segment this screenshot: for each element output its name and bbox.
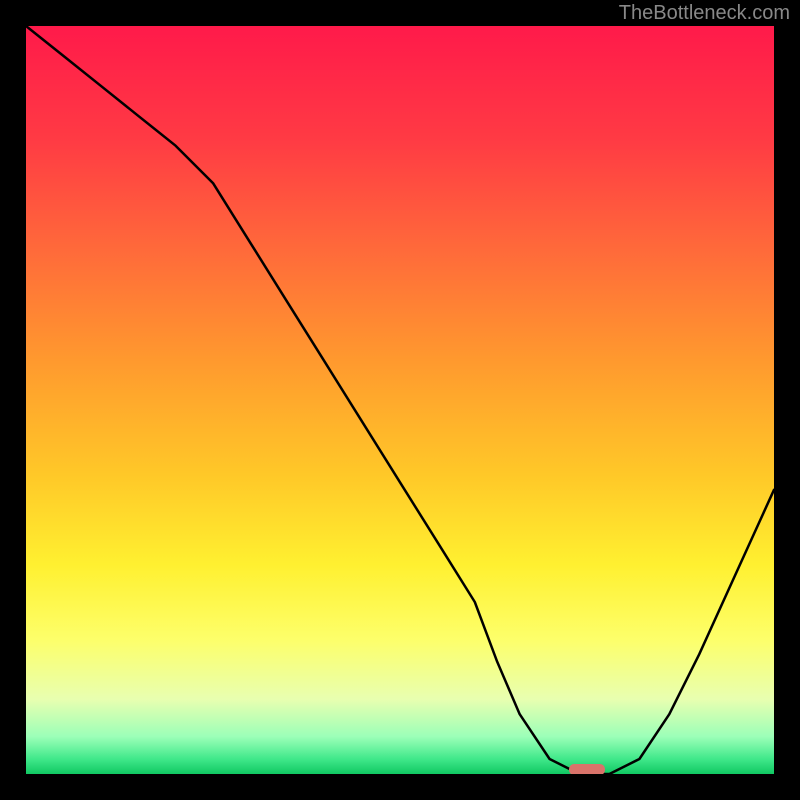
chart-svg bbox=[26, 26, 774, 774]
watermark-text: TheBottleneck.com bbox=[619, 2, 790, 25]
optimal-marker bbox=[569, 764, 605, 774]
bottleneck-chart bbox=[26, 26, 774, 774]
gradient-background bbox=[26, 26, 774, 774]
